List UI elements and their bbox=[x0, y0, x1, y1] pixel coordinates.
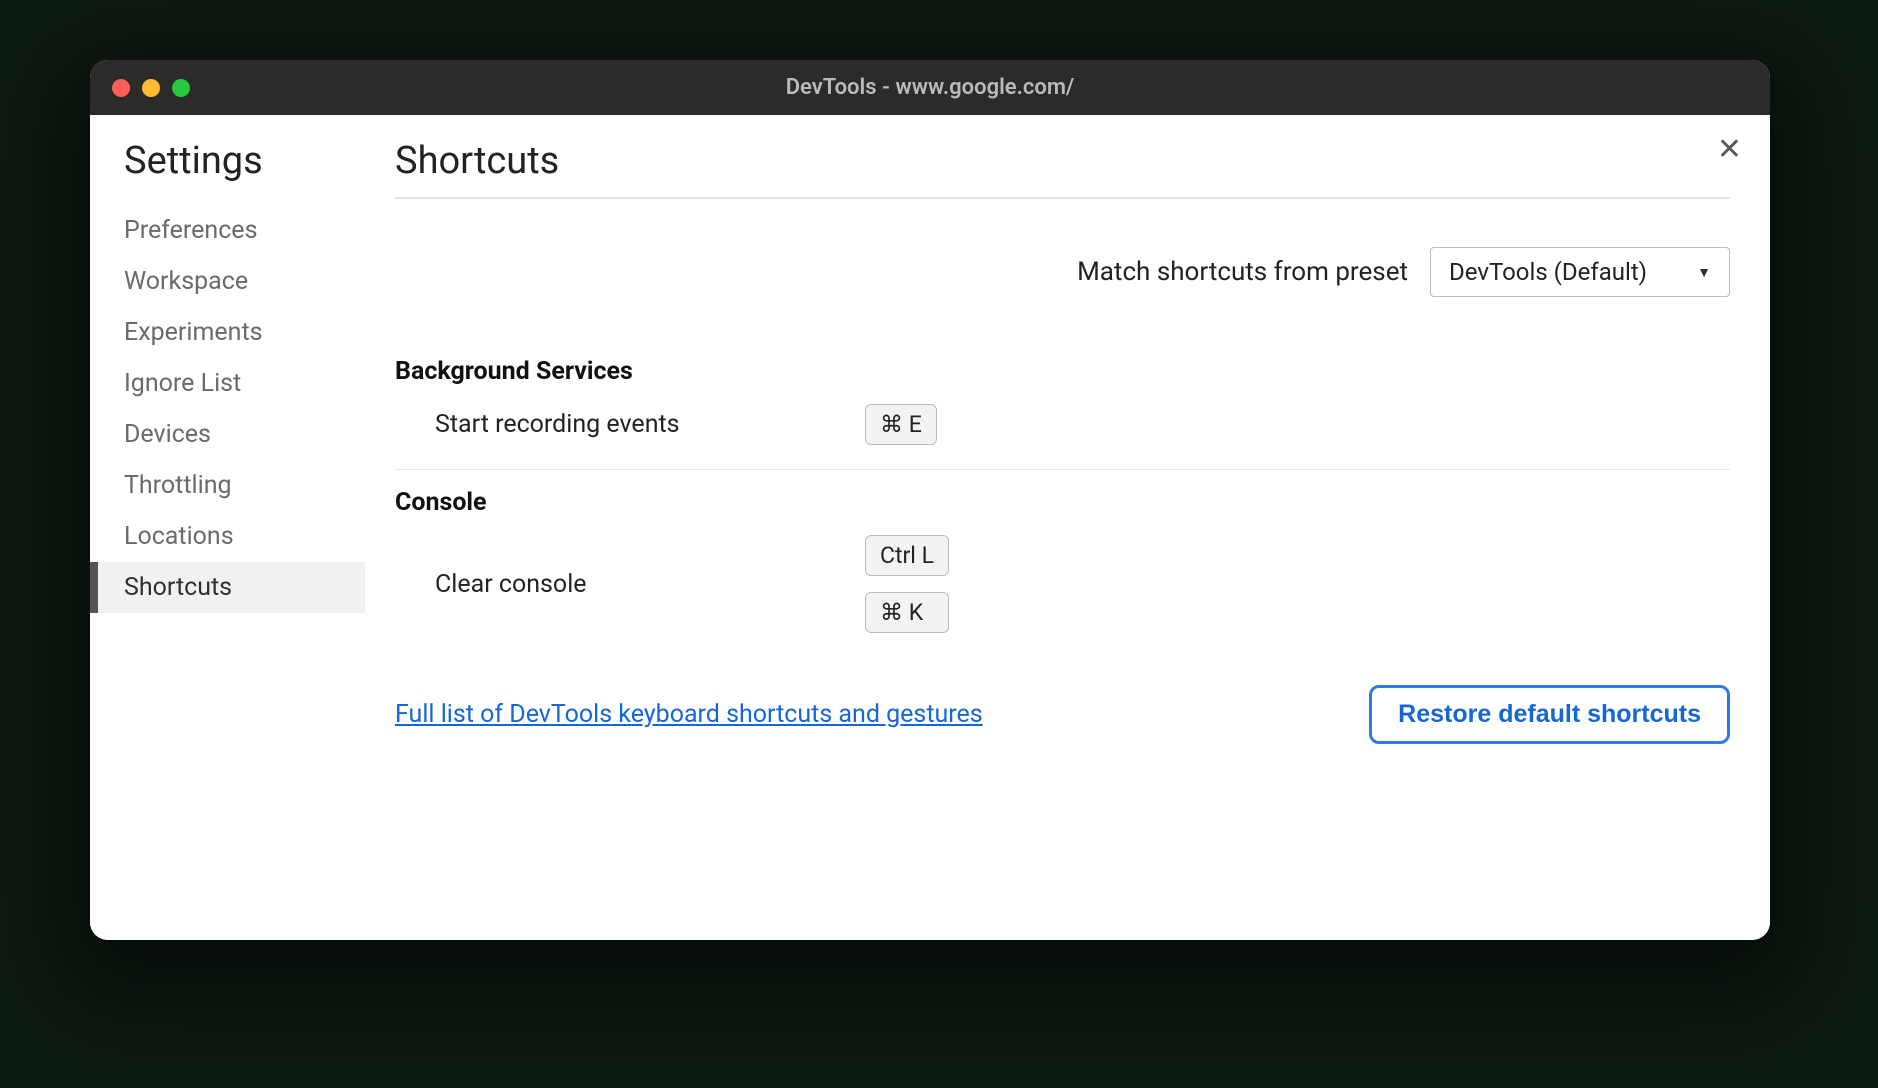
sidebar-item-throttling[interactable]: Throttling bbox=[90, 460, 365, 511]
section-header-console: Console bbox=[395, 488, 1730, 517]
sidebar-title: Settings bbox=[90, 139, 365, 183]
sidebar-item-label: Devices bbox=[124, 420, 211, 449]
sidebar-item-label: Throttling bbox=[124, 471, 232, 500]
content-pane: Shortcuts Match shortcuts from preset De… bbox=[365, 115, 1770, 940]
divider bbox=[395, 469, 1730, 470]
preset-select[interactable]: DevTools (Default) ▼ bbox=[1430, 247, 1730, 297]
preset-row: Match shortcuts from preset DevTools (De… bbox=[395, 247, 1730, 297]
traffic-lights bbox=[112, 79, 190, 97]
kbd: ⌘ E bbox=[865, 404, 937, 445]
chevron-down-icon: ▼ bbox=[1697, 264, 1711, 281]
settings-body: ✕ Settings Preferences Workspace Experim… bbox=[90, 115, 1770, 940]
shortcut-label: Start recording events bbox=[435, 410, 865, 439]
shortcut-label: Clear console bbox=[435, 570, 865, 599]
shortcut-row: Start recording events ⌘ E bbox=[395, 404, 1730, 463]
restore-default-shortcuts-button[interactable]: Restore default shortcuts bbox=[1369, 685, 1730, 744]
fullscreen-window-button[interactable] bbox=[172, 79, 190, 97]
sidebar-item-preferences[interactable]: Preferences bbox=[90, 205, 365, 256]
sidebar: Settings Preferences Workspace Experimen… bbox=[90, 115, 365, 940]
sidebar-item-devices[interactable]: Devices bbox=[90, 409, 365, 460]
kbd: Ctrl L bbox=[865, 535, 949, 576]
sidebar-item-ignore-list[interactable]: Ignore List bbox=[90, 358, 365, 409]
shortcut-row: Clear console Ctrl L ⌘ K bbox=[395, 535, 1730, 651]
minimize-window-button[interactable] bbox=[142, 79, 160, 97]
full-shortcut-list-link[interactable]: Full list of DevTools keyboard shortcuts… bbox=[395, 700, 983, 729]
titlebar: DevTools - www.google.com/ bbox=[90, 60, 1770, 115]
sidebar-item-experiments[interactable]: Experiments bbox=[90, 307, 365, 358]
sidebar-item-label: Shortcuts bbox=[124, 573, 232, 602]
preset-label: Match shortcuts from preset bbox=[1077, 257, 1408, 287]
section-header-background-services: Background Services bbox=[395, 357, 1730, 386]
window: DevTools - www.google.com/ ✕ Settings Pr… bbox=[90, 60, 1770, 940]
footer-row: Full list of DevTools keyboard shortcuts… bbox=[395, 685, 1730, 744]
sidebar-item-workspace[interactable]: Workspace bbox=[90, 256, 365, 307]
sidebar-item-label: Experiments bbox=[124, 318, 263, 347]
sidebar-item-label: Ignore List bbox=[124, 369, 241, 398]
page-title: Shortcuts bbox=[395, 139, 1730, 183]
shortcut-keys: ⌘ E bbox=[865, 404, 937, 445]
kbd: ⌘ K bbox=[865, 592, 949, 633]
sidebar-item-locations[interactable]: Locations bbox=[90, 511, 365, 562]
close-icon[interactable]: ✕ bbox=[1717, 135, 1742, 165]
sidebar-item-label: Locations bbox=[124, 522, 234, 551]
sidebar-item-label: Preferences bbox=[124, 216, 257, 245]
window-title: DevTools - www.google.com/ bbox=[90, 75, 1770, 100]
preset-value: DevTools (Default) bbox=[1449, 258, 1647, 286]
shortcut-keys: Ctrl L ⌘ K bbox=[865, 535, 949, 633]
close-window-button[interactable] bbox=[112, 79, 130, 97]
sidebar-item-label: Workspace bbox=[124, 267, 248, 296]
divider bbox=[395, 197, 1730, 199]
sidebar-item-shortcuts[interactable]: Shortcuts bbox=[90, 562, 365, 613]
